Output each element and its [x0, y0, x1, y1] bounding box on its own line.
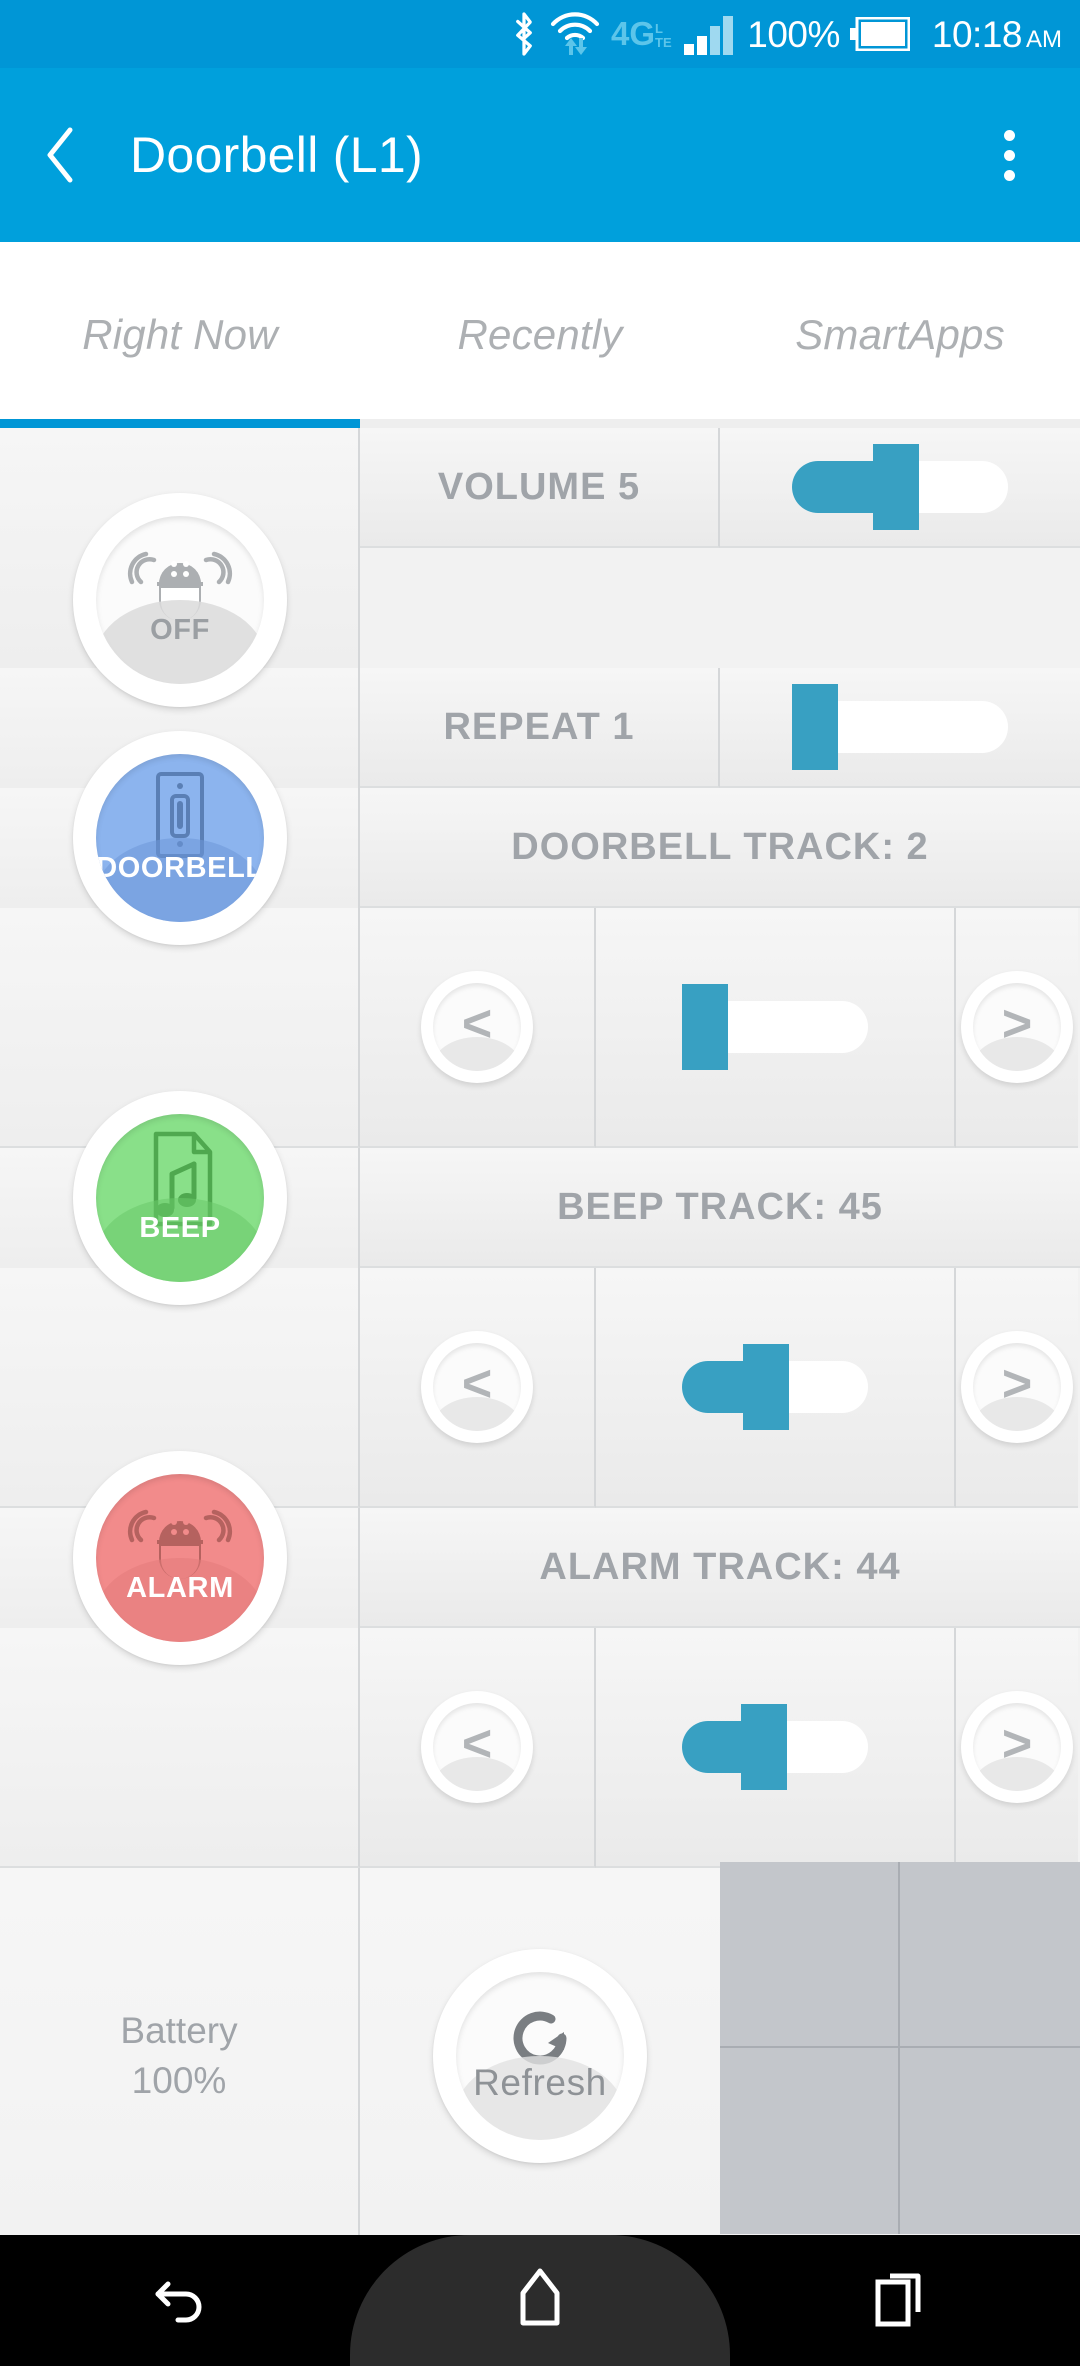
doorbell-prev-cell[interactable]: <: [360, 908, 596, 1148]
alarm-slider-cell[interactable]: [596, 1628, 956, 1868]
beep-track-label: BEEP TRACK: 45: [557, 1185, 883, 1228]
recents-icon: [872, 2268, 928, 2333]
placeholder-tile: [720, 2048, 900, 2234]
svg-text:TE: TE: [655, 35, 672, 50]
volume-label-cell: VOLUME 5: [360, 428, 720, 548]
alarm-track-label: ALARM TRACK: 44: [539, 1545, 901, 1588]
tab-bar: Right Now Recently SmartApps: [0, 242, 1080, 428]
battery-label: Battery: [120, 2009, 238, 2051]
clock-ampm: AM: [1026, 25, 1062, 53]
doorbell-toggle-button[interactable]: DOORBELL: [73, 731, 287, 945]
placeholder-tile: [900, 1862, 1080, 2048]
repeat-label: REPEAT 1: [443, 705, 635, 748]
placeholder-tile-grid: [720, 1862, 1080, 2234]
status-bar: 4G L TE 100% 10:18 AM: [0, 0, 1080, 68]
alarm-track-label-cell: ALARM TRACK: 44: [360, 1508, 1080, 1628]
svg-text:L: L: [655, 21, 663, 36]
refresh-button[interactable]: Refresh: [433, 1948, 647, 2163]
system-recents-button[interactable]: [810, 2235, 990, 2366]
beep-track-label-cell: BEEP TRACK: 45: [360, 1148, 1080, 1268]
chevron-left-icon: <: [461, 1715, 493, 1773]
clock-time: 10:18: [931, 13, 1023, 55]
tab-recently[interactable]: Recently: [360, 311, 720, 359]
bluetooth-icon: [509, 11, 539, 57]
refresh-cell[interactable]: Refresh: [360, 1868, 720, 2243]
page-title: Doorbell (L1): [130, 127, 423, 183]
battery-icon: [849, 17, 910, 51]
doorbell-prev-button[interactable]: <: [421, 971, 533, 1083]
chevron-left-icon: <: [461, 1355, 493, 1413]
placeholder-tile: [720, 1862, 900, 2048]
volume-slider-cell[interactable]: [720, 428, 1080, 548]
signal-bars-icon: [683, 12, 737, 56]
doorbell-slider-cell[interactable]: [596, 908, 956, 1148]
tab-indicator: [0, 419, 1080, 428]
system-home-button[interactable]: [450, 2235, 630, 2366]
power-toggle-button[interactable]: OFF: [73, 493, 287, 707]
alarm-toggle-button[interactable]: ALARM: [73, 1451, 287, 1665]
refresh-caption: Refresh: [456, 2055, 624, 2140]
chevron-right-icon: >: [1001, 1715, 1033, 1773]
repeat-slider[interactable]: [792, 684, 1008, 770]
doorbell-track-slider[interactable]: [682, 984, 868, 1070]
chevron-right-icon: >: [1001, 1355, 1033, 1413]
back-button[interactable]: [34, 120, 88, 190]
beep-prev-cell[interactable]: <: [360, 1268, 596, 1508]
beep-slider-cell[interactable]: [596, 1268, 956, 1508]
volume-slider[interactable]: [792, 444, 1008, 530]
beep-prev-button[interactable]: <: [421, 1331, 533, 1443]
beep-track-slider[interactable]: [682, 1344, 868, 1430]
tab-right-now[interactable]: Right Now: [0, 311, 360, 359]
doorbell-next-button[interactable]: >: [961, 971, 1073, 1083]
overflow-menu-icon[interactable]: [984, 115, 1034, 195]
volume-label: VOLUME 5: [437, 465, 641, 508]
alarm-prev-cell[interactable]: <: [360, 1628, 596, 1868]
doorbell-track-label: DOORBELL TRACK: 2: [511, 825, 929, 868]
doorbell-track-label-cell: DOORBELL TRACK: 2: [360, 788, 1080, 908]
back-icon: [148, 2266, 212, 2335]
repeat-label-cell: REPEAT 1: [360, 668, 720, 788]
beep-toggle-button[interactable]: BEEP: [73, 1091, 287, 1305]
alarm-next-cell[interactable]: >: [956, 1628, 1078, 1868]
4g-lte-icon: 4G L TE: [611, 13, 673, 55]
placeholder-tile: [900, 2048, 1080, 2234]
chevron-right-icon: >: [1001, 995, 1033, 1053]
system-back-button[interactable]: [90, 2235, 270, 2366]
alarm-track-slider[interactable]: [682, 1704, 868, 1790]
beep-next-cell[interactable]: >: [956, 1268, 1078, 1508]
app-bar: Doorbell (L1): [0, 68, 1080, 242]
chevron-left-icon: <: [461, 995, 493, 1053]
battery-percent-label: 100%: [747, 13, 840, 55]
home-icon: [513, 2267, 567, 2334]
tab-smartapps[interactable]: SmartApps: [720, 311, 1080, 359]
alarm-prev-button[interactable]: <: [421, 1691, 533, 1803]
battery-cell: Battery 100%: [0, 1868, 360, 2243]
alarm-next-button[interactable]: >: [961, 1691, 1073, 1803]
system-navigation-bar: [0, 2235, 1080, 2366]
wifi-icon: [549, 10, 601, 58]
doorbell-next-cell[interactable]: >: [956, 908, 1078, 1148]
battery-value: 100%: [131, 2059, 227, 2101]
repeat-slider-cell[interactable]: [720, 668, 1080, 788]
beep-next-button[interactable]: >: [961, 1331, 1073, 1443]
svg-text:4G: 4G: [611, 15, 655, 52]
